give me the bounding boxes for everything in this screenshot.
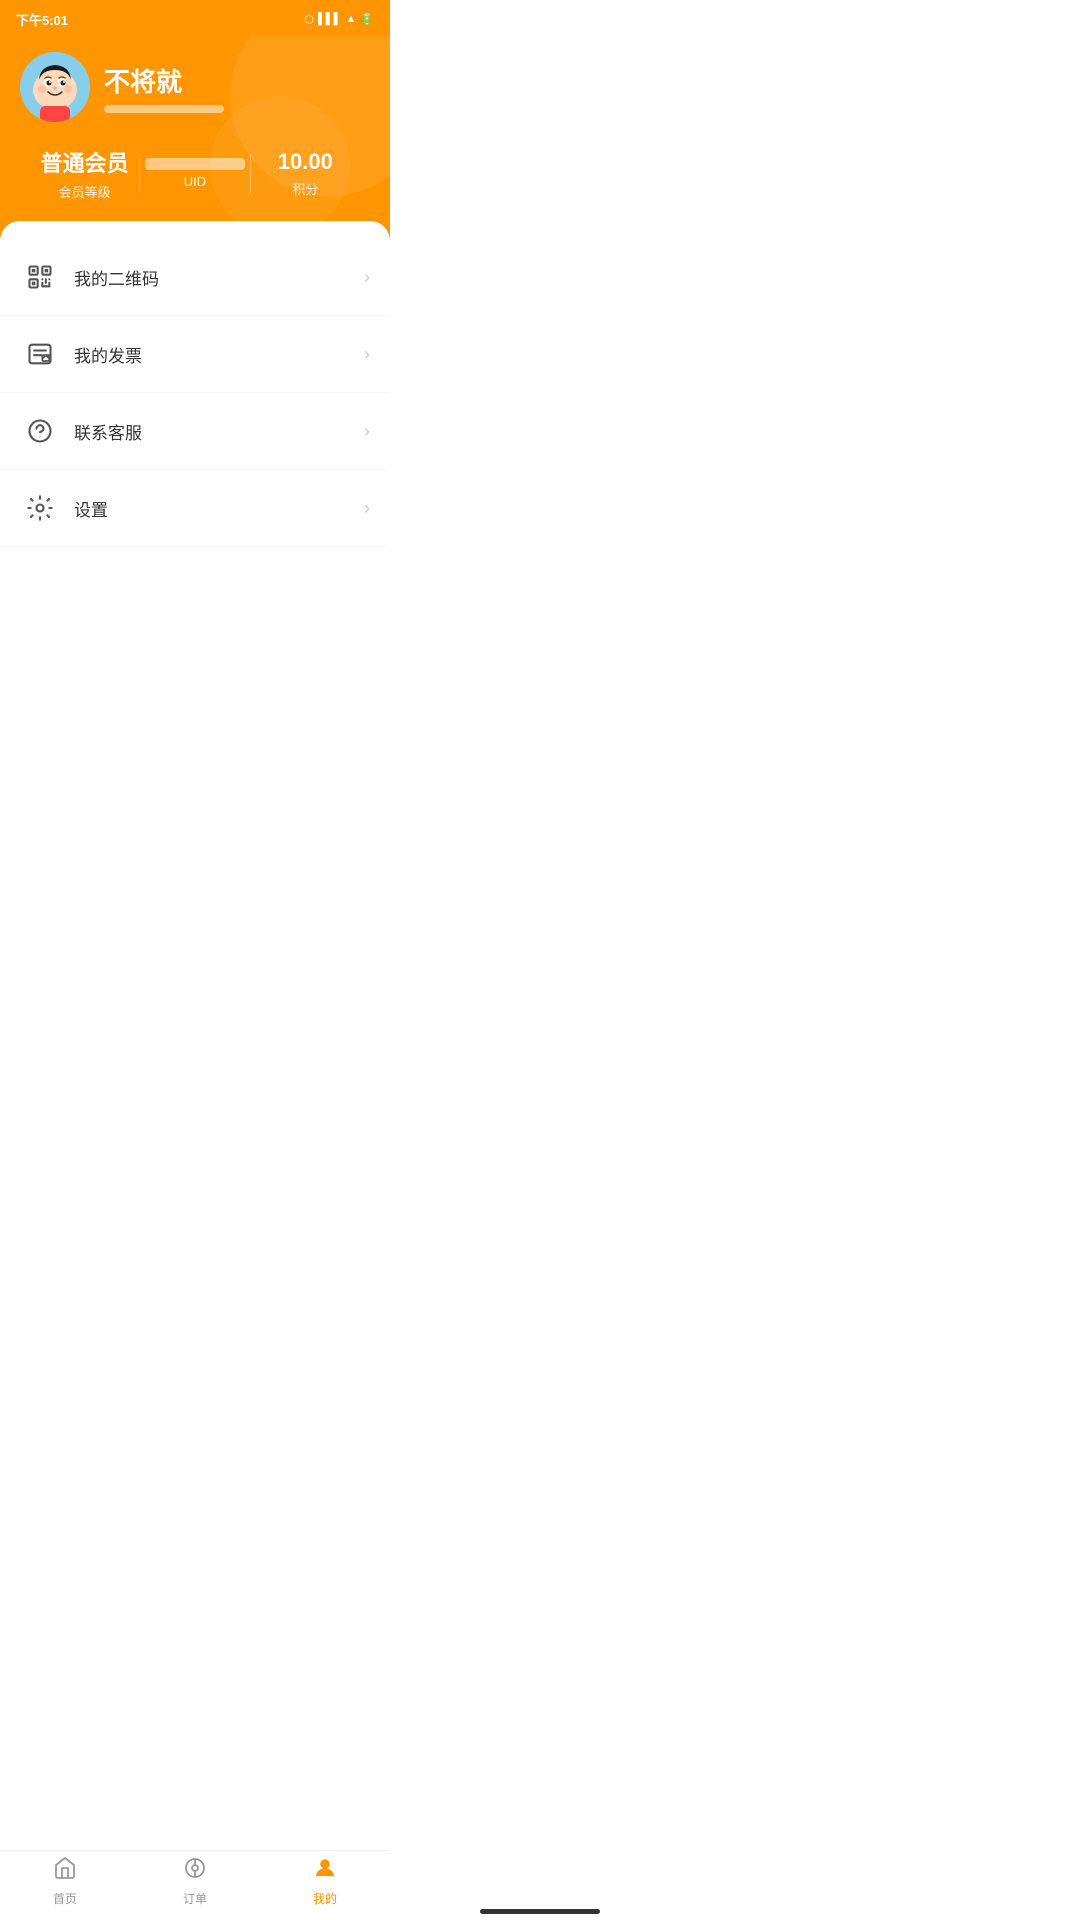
nav-orders[interactable]: 订单 <box>130 1851 260 1920</box>
home-indicator <box>480 1909 600 1914</box>
member-level-label: 会员等级 <box>59 182 111 201</box>
menu-list: 我的二维码 › 我的发票 › <box>0 231 390 555</box>
profile-info: 不将就 <box>104 62 224 113</box>
menu-invoice-arrow: › <box>364 344 370 365</box>
bottom-nav: 首页 订单 我的 <box>0 1850 390 1920</box>
menu-qrcode-arrow: › <box>364 267 370 288</box>
uid-label: UID <box>184 174 206 189</box>
mine-icon <box>313 1856 337 1886</box>
support-icon <box>26 417 54 445</box>
status-time: 下午5:01 <box>16 10 68 29</box>
nav-home-label: 首页 <box>53 1890 77 1907</box>
content-area: 我的二维码 › 我的发票 › <box>0 221 390 635</box>
signal-icon: ▌▌▌ <box>318 13 341 25</box>
menu-item-settings[interactable]: 设置 › <box>0 470 390 547</box>
status-bar: 下午5:01 ⬡ ▌▌▌ ▲ 🔋 <box>0 0 390 36</box>
invoice-icon <box>26 340 54 368</box>
settings-icon-wrap <box>20 488 60 528</box>
qrcode-icon <box>26 263 54 291</box>
menu-support-label: 联系客服 <box>74 419 364 444</box>
uid-stat: UID <box>140 158 249 189</box>
orders-icon <box>183 1856 207 1886</box>
invoice-icon-wrap <box>20 334 60 374</box>
support-icon-wrap <box>20 411 60 451</box>
nav-orders-label: 订单 <box>183 1890 207 1907</box>
points-label: 积分 <box>292 179 318 198</box>
profile-header: 不将就 普通会员 会员等级 UID 10.00 积分 <box>0 36 390 241</box>
main-content: 我的二维码 › 我的发票 › <box>0 231 390 635</box>
avatar[interactable] <box>20 52 90 122</box>
bluetooth-icon: ⬡ <box>304 13 314 26</box>
menu-settings-label: 设置 <box>74 496 364 521</box>
username: 不将就 <box>104 62 224 99</box>
menu-support-arrow: › <box>364 421 370 442</box>
nav-mine-label: 我的 <box>313 1890 337 1907</box>
menu-item-invoice[interactable]: 我的发票 › <box>0 316 390 393</box>
home-icon <box>53 1856 77 1886</box>
stats-row: 普通会员 会员等级 UID 10.00 积分 <box>20 146 370 201</box>
profile-row: 不将就 <box>20 52 370 122</box>
menu-item-qrcode[interactable]: 我的二维码 › <box>0 239 390 316</box>
status-icons: ⬡ ▌▌▌ ▲ 🔋 <box>304 13 374 26</box>
menu-qrcode-label: 我的二维码 <box>74 265 364 290</box>
uid-bar <box>145 158 245 170</box>
stat-divider-2 <box>250 154 251 194</box>
points-stat: 10.00 积分 <box>251 149 360 198</box>
menu-item-support[interactable]: 联系客服 › <box>0 393 390 470</box>
qrcode-icon-wrap <box>20 257 60 297</box>
nav-home[interactable]: 首页 <box>0 1851 130 1920</box>
battery-icon: 🔋 <box>360 13 374 26</box>
menu-settings-arrow: › <box>364 498 370 519</box>
wifi-icon: ▲ <box>345 13 356 25</box>
member-level-value: 普通会员 <box>41 146 129 178</box>
menu-invoice-label: 我的发票 <box>74 342 364 367</box>
username-bar <box>104 105 224 113</box>
points-value: 10.00 <box>278 149 333 175</box>
settings-icon <box>26 494 54 522</box>
nav-mine[interactable]: 我的 <box>260 1851 390 1920</box>
member-level-stat: 普通会员 会员等级 <box>30 146 139 201</box>
